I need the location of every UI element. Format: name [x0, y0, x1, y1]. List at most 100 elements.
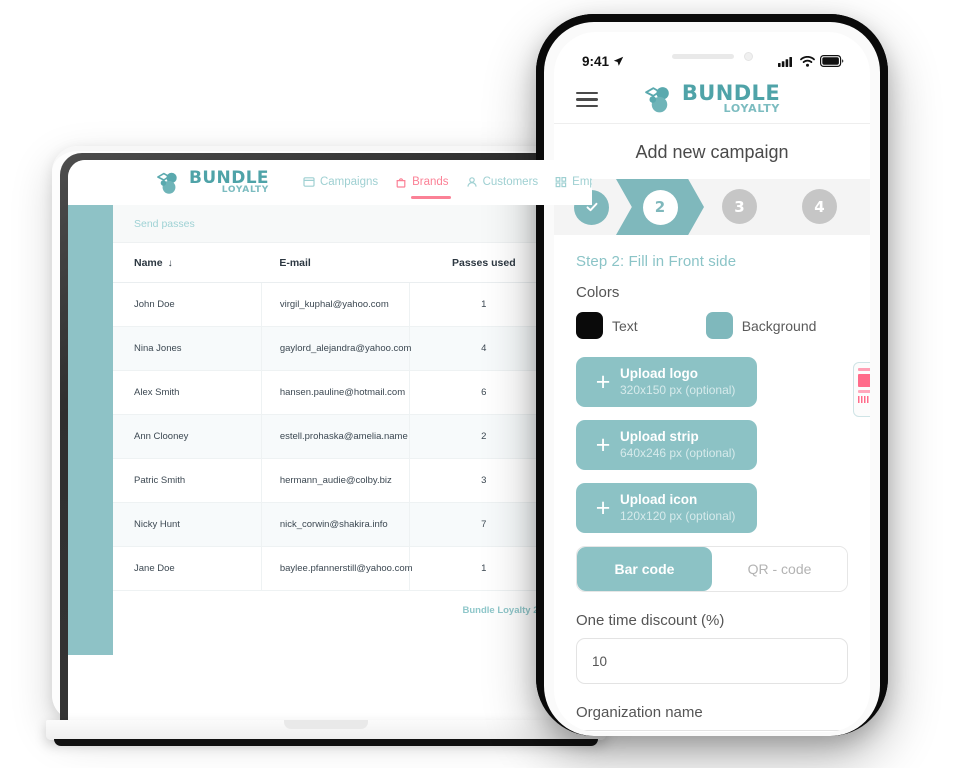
- status-bar-right: [778, 55, 844, 67]
- step-description: Step 2: Fill in Front side: [576, 253, 737, 270]
- step-2-number: 2: [642, 189, 678, 225]
- web-app-topbar: BUNDLE LOYALTY Campaigns Brands Customer…: [68, 160, 592, 205]
- nav-label-brands: Brands: [412, 175, 449, 188]
- upload-title: Upload strip: [620, 429, 699, 445]
- main-nav: Campaigns Brands Customers Em: [303, 175, 592, 199]
- table-row[interactable]: Nina Jones gaylord_alejandra@yahoo.com 4: [113, 326, 592, 371]
- upload-hint: 120x120 px (optional): [620, 508, 736, 523]
- table-header-row: Name ↓ E-mail Passes used: [113, 243, 592, 283]
- nav-label-customers: Customers: [482, 175, 539, 188]
- color-option-background[interactable]: Background: [705, 312, 817, 339]
- toggle-option-qrcode[interactable]: QR - code: [712, 547, 847, 591]
- nav-label-employees: Employees: [572, 175, 592, 188]
- cellular-signal-icon: [778, 56, 792, 67]
- hamburger-menu-icon[interactable]: [576, 92, 598, 107]
- column-header-email[interactable]: E-mail: [261, 243, 410, 283]
- page-title: Add new campaign: [635, 142, 789, 162]
- toggle-option-barcode[interactable]: Bar code: [577, 547, 712, 591]
- phone-app-header: BUNDLE LOYALTY: [554, 76, 870, 124]
- app-footer-copyright: Bundle Loyalty 2017 ©: [462, 605, 564, 616]
- preview-barcode-bars: [858, 396, 870, 403]
- customers-person-icon: [466, 176, 477, 187]
- phone-logo-brand-sub: LOYALTY: [723, 102, 781, 116]
- nav-label-campaigns: Campaigns: [319, 175, 379, 188]
- customers-table: Name ↓ E-mail Passes used John Doe virgil_…: [113, 243, 592, 591]
- table-row[interactable]: Alex Smith hansen.pauline@hotmail.com 6: [113, 370, 592, 415]
- phone-logo-brand-name: BUNDLE: [681, 81, 781, 106]
- upload-hint: 320x150 px (optional): [620, 382, 736, 397]
- employees-grid-icon: [555, 176, 567, 187]
- upload-button-1[interactable]: + Upload strip 640x246 px (optional): [576, 420, 757, 470]
- cell-email: nick_corwin@shakira.info: [261, 502, 411, 547]
- colors-heading: Colors: [576, 284, 620, 301]
- barcode-card-preview-icon[interactable]: [853, 362, 870, 417]
- cell-email: gaylord_alejandra@yahoo.com: [261, 326, 411, 371]
- composite-device-mockup: BUNDLE LOYALTY Campaigns Brands Customer…: [0, 0, 963, 768]
- cell-name: Nicky Hunt: [113, 502, 262, 547]
- web-app-main: Send passes Name ↓ E-mail Passes used Jo…: [113, 205, 592, 721]
- nav-item-customers[interactable]: Customers: [466, 175, 539, 190]
- table-head: Name ↓ E-mail Passes used: [113, 243, 592, 283]
- table-body: John Doe virgil_kuphal@yahoo.com 1 Nina Jon…: [113, 282, 592, 591]
- cell-name: Nina Jones: [113, 326, 262, 371]
- table-toolbar: Send passes: [113, 205, 592, 243]
- organization-label: Organization name: [576, 704, 703, 721]
- cell-email: hansen.pauline@hotmail.com: [261, 370, 411, 415]
- table-row[interactable]: John Doe virgil_kuphal@yahoo.com 1: [113, 282, 592, 327]
- logo-brand-name: BUNDLE: [189, 168, 269, 189]
- upload-buttons-group: + Upload logo 320x150 px (optional) + Upload…: [576, 357, 848, 533]
- nav-item-campaigns[interactable]: Campaigns: [303, 176, 378, 190]
- step-2-current[interactable]: 2: [616, 179, 704, 235]
- bundle-loyalty-logo: BUNDLE LOYALTY: [156, 170, 289, 195]
- organization-input[interactable]: [576, 730, 848, 732]
- send-passes-link[interactable]: Send passes: [134, 218, 195, 230]
- nav-item-employees[interactable]: Employees: [555, 176, 592, 190]
- battery-full-icon: [820, 55, 844, 67]
- color-option-text[interactable]: Text: [576, 312, 638, 339]
- phone-front-camera: [744, 52, 753, 61]
- cell-name: Patric Smith: [113, 458, 262, 503]
- campaign-stepper: 2 3 4: [554, 179, 870, 235]
- plus-icon: +: [595, 493, 611, 522]
- upload-button-2[interactable]: + Upload icon 120x120 px (optional): [576, 483, 757, 533]
- laptop-base-edge: [54, 739, 598, 746]
- location-arrow-icon: [613, 56, 624, 66]
- plus-icon: +: [595, 430, 611, 459]
- cell-name: John Doe: [113, 282, 262, 327]
- cell-email: hermann_audie@colby.biz: [261, 458, 411, 503]
- discount-label: One time discount (%): [576, 612, 725, 629]
- bundle-package-icon: [157, 172, 177, 194]
- phone-speaker-grille: [672, 54, 734, 59]
- discount-input[interactable]: 10: [576, 638, 848, 684]
- upload-title: Upload logo: [620, 366, 698, 382]
- cell-name: Ann Clooney: [113, 414, 262, 459]
- color-swatch-row: Text Background: [576, 312, 848, 357]
- cell-email: estell.prohaska@amelia.name: [261, 414, 411, 459]
- background-color-swatch[interactable]: [705, 312, 733, 339]
- table-row[interactable]: Nicky Hunt nick_corwin@shakira.info 7: [113, 502, 592, 547]
- background-color-label: Background: [741, 317, 817, 334]
- wifi-icon: [800, 55, 815, 67]
- text-color-swatch[interactable]: [576, 312, 603, 339]
- column-header-name[interactable]: Name ↓: [113, 243, 262, 283]
- web-app-body: Send passes Name ↓ E-mail Passes used Jo…: [68, 205, 592, 721]
- sidebar-accent-strip: [68, 205, 113, 655]
- cell-name: Alex Smith: [113, 370, 262, 415]
- step-4[interactable]: 4: [802, 189, 837, 224]
- campaign-form: Step 2: Fill in Front side Colors Text B…: [554, 235, 870, 732]
- laptop-base-notch: [284, 720, 368, 729]
- brands-tag-icon: [396, 177, 406, 188]
- cell-email: virgil_kuphal@yahoo.com: [261, 282, 411, 327]
- sort-arrow-icon: ↓: [167, 258, 173, 269]
- cell-name: Jane Doe: [113, 546, 262, 591]
- text-color-label: Text: [612, 317, 638, 334]
- table-row[interactable]: Jane Doe baylee.pfannerstill@yahoo.com 1: [113, 546, 592, 591]
- table-row[interactable]: Ann Clooney estell.prohaska@amelia.name 2: [113, 414, 592, 459]
- nav-item-brands[interactable]: Brands: [395, 175, 452, 199]
- step-3[interactable]: 3: [722, 189, 757, 224]
- preview-line-top: [858, 368, 870, 371]
- table-row[interactable]: Patric Smith hermann_audie@colby.biz 3: [113, 458, 592, 503]
- status-bar-left: 9:41: [582, 54, 624, 69]
- upload-button-0[interactable]: + Upload logo 320x150 px (optional): [576, 357, 757, 407]
- status-time: 9:41: [582, 53, 610, 69]
